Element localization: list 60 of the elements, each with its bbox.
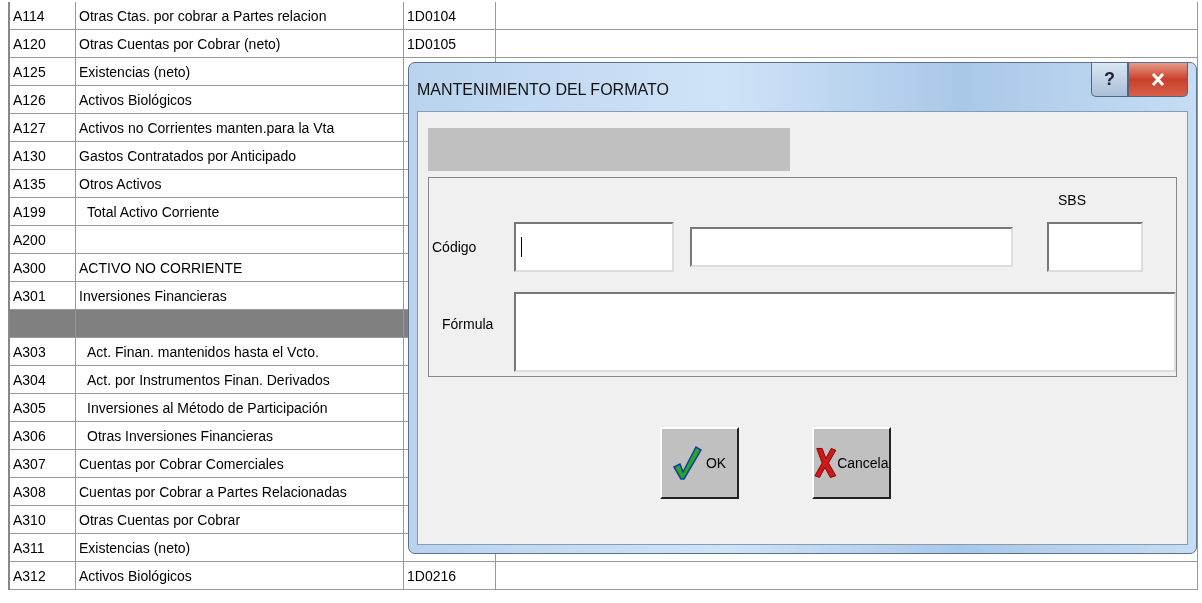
close-icon — [1151, 73, 1165, 86]
cancel-button[interactable]: Cancela — [811, 427, 891, 499]
table-cell: A308 — [13, 483, 46, 500]
input-field[interactable] — [514, 222, 674, 272]
table-cell: Cuentas por Cobrar a Partes Relacionadas — [79, 483, 347, 500]
table-cell-text: Otras Inversiones Financieras — [86, 427, 273, 444]
table-cell: Otras Cuentas por Cobrar (neto) — [79, 35, 281, 52]
field-label: SBS — [1058, 192, 1086, 210]
table-cell-text: Total Activo Corriente — [86, 203, 220, 220]
table-cell-text: Act. por Instrumentos Finan. Derivados — [86, 371, 330, 388]
table-cell: A301 — [13, 287, 46, 304]
table-cell: Cuentas por Cobrar Comerciales — [79, 455, 284, 472]
table-cell: A303 — [13, 343, 46, 360]
table-cell: A120 — [13, 35, 46, 52]
table-row[interactable]: A312 Activos Biológicos 1D0216 — [10, 562, 1198, 590]
table-cell: A127 — [13, 119, 46, 136]
table-cell: Gastos Contratados por Anticipado — [79, 147, 297, 164]
checkmark-icon — [671, 445, 702, 481]
table-cell: A199 — [13, 203, 46, 220]
table-cell: A310 — [13, 511, 46, 528]
table-cell: 1D0104 — [407, 7, 457, 24]
table-cell: A114 — [13, 7, 45, 24]
table-cell: A300 — [13, 259, 46, 276]
table-cell-text: Inversiones al Método de Participación — [86, 399, 328, 416]
table-cell: Activos no Corrientes manten.para la Vta — [79, 119, 335, 136]
help-button[interactable]: ? — [1091, 63, 1128, 97]
window-title: MANTENIMIENTO DEL FORMATO — [417, 81, 669, 99]
table-cell: A200 — [13, 231, 46, 248]
table-cell-text: Act. Finan. mantenidos hasta el Vcto. — [86, 343, 319, 360]
table-cell: A305 — [13, 399, 46, 416]
x-mark-icon — [813, 445, 838, 481]
table-cell: A307 — [13, 455, 46, 472]
table-cell: A130 — [13, 147, 46, 164]
table-cell: A126 — [13, 91, 46, 108]
table-row[interactable]: A120 Otras Cuentas por Cobrar (neto) 1D0105 — [10, 30, 1198, 58]
table-cell: 1D0105 — [407, 35, 457, 52]
table-cell: Existencias (neto) — [79, 539, 191, 556]
close-button[interactable] — [1128, 63, 1188, 97]
table-cell: Otras Cuentas por Cobrar — [79, 511, 241, 528]
table-cell: Existencias (neto) — [79, 63, 191, 80]
ok-button[interactable]: OK — [659, 427, 739, 499]
table-row[interactable]: A114 Otras Ctas. por cobrar a Partes relacion 1D0104 — [10, 2, 1198, 30]
field-label: Código — [431, 239, 478, 255]
input-field[interactable] — [1047, 222, 1143, 272]
table-cell: Otros Activos — [79, 175, 162, 192]
table-cell: A304 — [13, 371, 46, 388]
input-field[interactable] — [690, 227, 1013, 267]
table-cell: Otras Ctas. por cobrar a Partes relacion — [79, 7, 327, 24]
table-cell: A311 — [13, 539, 45, 556]
table-cell: Activos Biológicos — [79, 567, 192, 584]
table-cell: Activos Biológicos — [79, 91, 192, 108]
table-cell: A312 — [13, 567, 46, 584]
table-cell: ACTIVO NO CORRIENTE — [79, 259, 243, 276]
table-cell: A135 — [13, 175, 46, 192]
table-cell: Inversiones Financieras — [79, 287, 227, 304]
table-cell: A125 — [13, 63, 46, 80]
input-field[interactable] — [513, 292, 1176, 372]
table-cell: 1D0216 — [407, 567, 457, 584]
field-label: Fórmula — [441, 316, 495, 332]
table-cell: A306 — [13, 427, 46, 444]
